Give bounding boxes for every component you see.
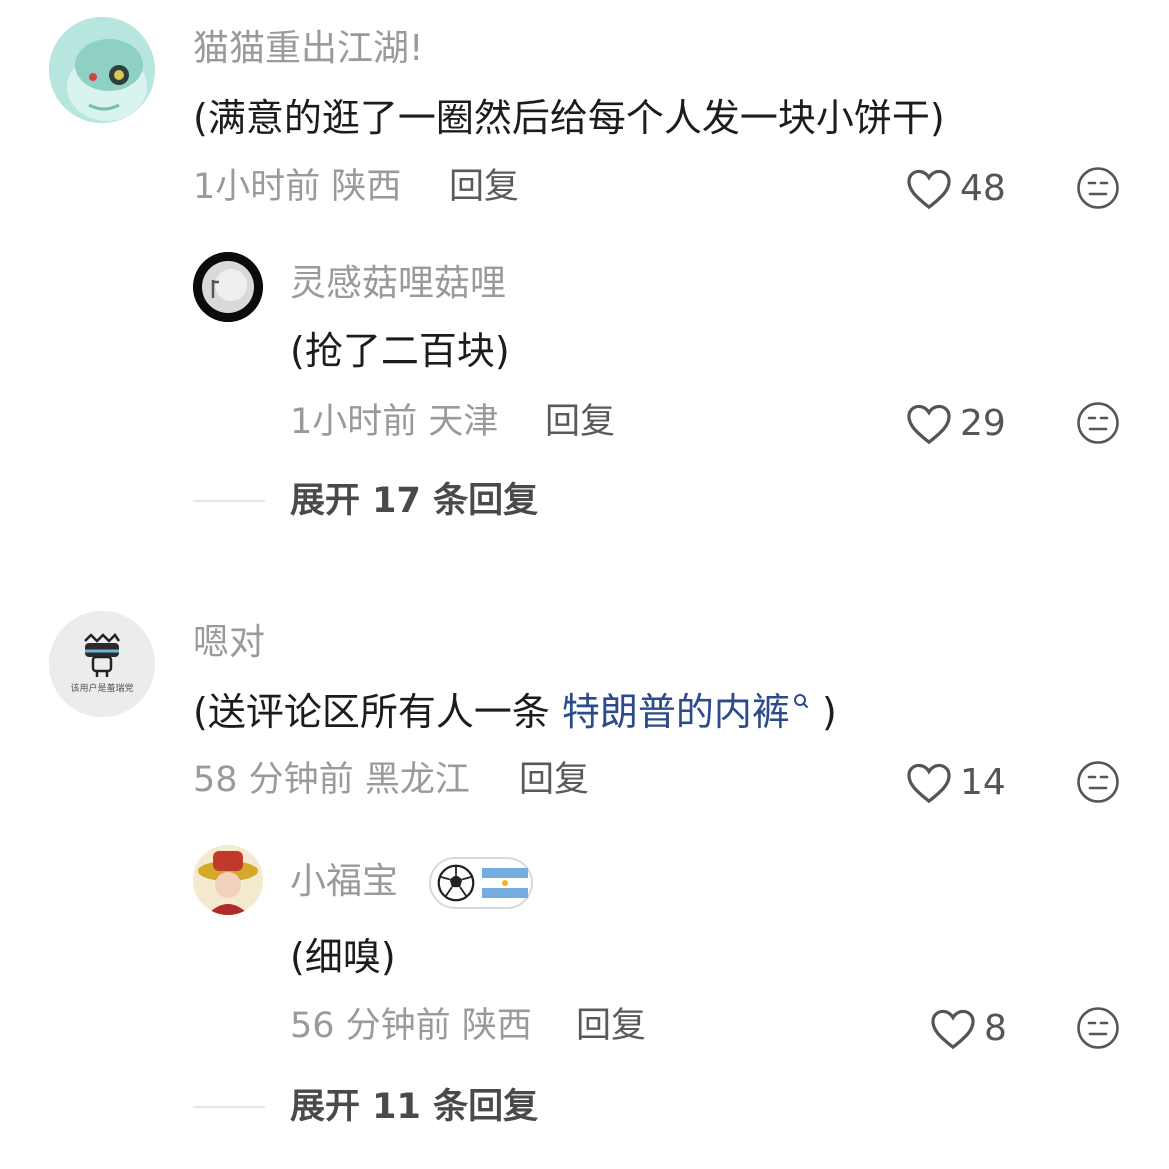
like-count: 14 [960, 762, 1006, 803]
heart-outline-icon [907, 404, 951, 445]
like-count: 29 [960, 403, 1006, 444]
search-link-label: 特朗普的内裤 [561, 690, 790, 734]
like-count: 8 [984, 1008, 1007, 1049]
reply-text: (细嗅) [290, 935, 396, 979]
reply-location: 陕西 [461, 1006, 532, 1046]
like-button[interactable]: 48 [906, 167, 1006, 211]
dislike-button[interactable] [1076, 166, 1120, 214]
username[interactable]: 小福宝 [290, 860, 398, 904]
football-icon [437, 864, 475, 902]
like-button[interactable]: 8 [930, 1007, 1030, 1051]
heart-outline-icon [907, 169, 951, 210]
reply-time: 1小时前 [290, 402, 418, 442]
neutral-face-icon [1077, 402, 1119, 444]
username[interactable]: 灵感菇哩菇哩 [290, 262, 506, 306]
comment-location: 陕西 [331, 167, 402, 207]
heart-outline-icon [931, 1009, 975, 1050]
avatar-caption: 该用户是羞瑞党 [70, 684, 134, 694]
argentina-flag-icon [482, 868, 528, 898]
avatar-image [49, 611, 155, 717]
neutral-face-icon [1077, 167, 1119, 209]
comment-text-suffix: ) [809, 690, 837, 734]
reply-meta: 56 分钟前 陕西 [290, 1004, 532, 1048]
reply-button[interactable]: 回复 [519, 758, 589, 802]
avatar-image [49, 17, 155, 123]
reply-button[interactable]: 回复 [576, 1004, 646, 1048]
avatar[interactable]: 该用户是羞瑞党 [49, 611, 155, 717]
heart-outline-icon [907, 763, 951, 804]
reply-time: 56 分钟前 [290, 1006, 451, 1046]
reply-text: (抢了二百块) [290, 329, 510, 373]
dislike-button[interactable] [1076, 760, 1120, 808]
expand-replies-button[interactable]: 展开 11 条回复 [290, 1085, 538, 1129]
comment-text-prefix: (送评论区所有人一条 [193, 690, 562, 734]
reply-meta: 1小时前 天津 [290, 400, 498, 444]
comment-meta: 1小时前 陕西 [193, 165, 401, 209]
expand-divider [193, 1106, 265, 1108]
reply-location: 天津 [428, 402, 499, 442]
comment-meta: 58 分钟前 黑龙江 [193, 758, 470, 802]
expand-replies-button[interactable]: 展开 17 条回复 [290, 479, 538, 523]
avatar[interactable] [193, 845, 263, 915]
search-link[interactable]: 特朗普的内裤 [562, 690, 810, 734]
like-count: 48 [960, 168, 1006, 209]
comment-location: 黑龙江 [364, 760, 470, 800]
dislike-button[interactable] [1076, 401, 1120, 449]
username[interactable]: 嗯对 [193, 621, 265, 665]
search-icon [793, 694, 808, 708]
comment-time: 58 分钟前 [193, 760, 354, 800]
like-button[interactable]: 29 [906, 402, 1006, 446]
dislike-button[interactable] [1076, 1006, 1120, 1054]
reply-button[interactable]: 回复 [545, 400, 615, 444]
username[interactable]: 猫猫重出江湖! [193, 27, 423, 71]
avatar[interactable] [49, 17, 155, 123]
neutral-face-icon [1077, 1007, 1119, 1049]
avatar-image [193, 252, 263, 322]
avatar[interactable] [193, 252, 263, 322]
avatar-image [193, 845, 263, 915]
comment-text: (送评论区所有人一条 特朗普的内裤 ) [193, 688, 837, 736]
football-argentina-flag-icon [429, 857, 533, 909]
neutral-face-icon [1077, 761, 1119, 803]
comment-time: 1小时前 [193, 167, 321, 207]
reply-button[interactable]: 回复 [449, 165, 519, 209]
comment-text: (满意的逛了一圈然后给每个人发一块小饼干) [193, 96, 945, 140]
like-button[interactable]: 14 [906, 761, 1006, 805]
expand-divider [193, 500, 265, 502]
